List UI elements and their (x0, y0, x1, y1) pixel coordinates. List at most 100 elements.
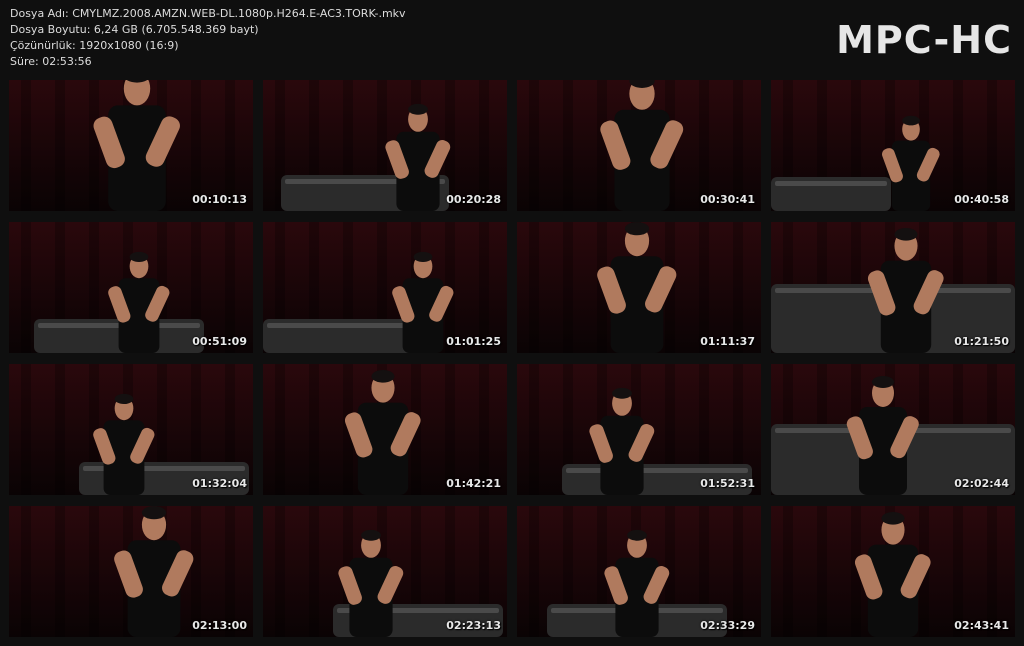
curtain-fold (21, 364, 31, 495)
thumbnail: 02:33:29 (517, 506, 761, 637)
timestamp: 01:01:25 (446, 335, 501, 348)
performer-hair (627, 529, 647, 541)
performer-hair (129, 251, 149, 263)
curtain-fold (55, 80, 65, 211)
file-resolution: Çözünürlük: 1920x1080 (16:9) (10, 39, 179, 52)
curtain-fold (953, 80, 963, 211)
video-frame (9, 506, 253, 637)
thumbnail: 01:01:25 (263, 222, 507, 353)
curtain-fold (225, 506, 235, 637)
video-frame (771, 506, 1015, 637)
video-frame (771, 222, 1015, 353)
curtain-fold (309, 506, 319, 637)
curtain-fold (479, 222, 489, 353)
mpc-hc-logo: MPC-HC (836, 18, 1012, 62)
video-frame (9, 364, 253, 495)
performer-hair (902, 115, 920, 126)
curtain-fold (275, 364, 285, 495)
performer-hair (872, 376, 894, 388)
curtain-fold (309, 364, 319, 495)
video-frame (9, 222, 253, 353)
performer-hair (894, 228, 918, 241)
timestamp: 00:20:28 (446, 193, 501, 206)
video-frame (263, 364, 507, 495)
thumbnail: 00:20:28 (263, 80, 507, 211)
curtain-fold (783, 506, 793, 637)
timestamp: 02:33:29 (700, 619, 755, 632)
timestamp: 01:52:31 (700, 477, 755, 490)
curtain-fold (987, 80, 997, 211)
video-frame (9, 80, 253, 211)
performer-hair (624, 222, 650, 236)
sofa-highlight (775, 181, 887, 186)
curtain-fold (21, 80, 31, 211)
file-size: Dosya Boyutu: 6,24 GB (6.705.548.369 bay… (10, 23, 259, 36)
timestamp: 00:51:09 (192, 335, 247, 348)
curtain-fold (55, 506, 65, 637)
timestamp: 02:02:44 (954, 477, 1009, 490)
timestamp: 02:23:13 (446, 619, 501, 632)
video-frame (517, 364, 761, 495)
curtain-fold (89, 80, 99, 211)
video-frame (771, 364, 1015, 495)
curtain-fold (191, 80, 201, 211)
curtain-fold (479, 364, 489, 495)
thumbnail: 01:32:04 (9, 364, 253, 495)
curtain-fold (529, 222, 539, 353)
curtain-fold (275, 506, 285, 637)
timestamp: 00:10:13 (192, 193, 247, 206)
file-info: Dosya Adı: CMYLMZ.2008.AMZN.WEB-DL.1080p… (10, 6, 406, 70)
timestamp: 02:43:41 (954, 619, 1009, 632)
video-frame (263, 80, 507, 211)
curtain-fold (733, 222, 743, 353)
curtain-fold (733, 506, 743, 637)
curtain-fold (953, 506, 963, 637)
timestamp: 01:32:04 (192, 477, 247, 490)
video-frame (771, 80, 1015, 211)
thumbnail: 01:42:21 (263, 364, 507, 495)
performer-hair (361, 529, 381, 541)
curtain-fold (89, 506, 99, 637)
curtain-fold (699, 222, 709, 353)
curtain-fold (699, 80, 709, 211)
curtain-fold (563, 80, 573, 211)
timestamp: 00:40:58 (954, 193, 1009, 206)
performer-hair (612, 387, 632, 399)
thumbnail: 01:52:31 (517, 364, 761, 495)
curtain-fold (21, 222, 31, 353)
curtain-fold (529, 80, 539, 211)
curtain-fold (191, 506, 201, 637)
curtain-fold (225, 80, 235, 211)
file-name: Dosya Adı: CMYLMZ.2008.AMZN.WEB-DL.1080p… (10, 7, 406, 20)
timestamp: 02:13:00 (192, 619, 247, 632)
curtain-fold (563, 222, 573, 353)
thumbnail: 02:43:41 (771, 506, 1015, 637)
thumbnail: 00:40:58 (771, 80, 1015, 211)
curtain-fold (55, 364, 65, 495)
curtain-fold (225, 222, 235, 353)
thumbnail: 01:11:37 (517, 222, 761, 353)
video-frame (263, 506, 507, 637)
curtain-fold (479, 80, 489, 211)
performer-hair (413, 251, 433, 263)
curtain-fold (817, 506, 827, 637)
curtain-fold (987, 506, 997, 637)
thumbnail: 00:30:41 (517, 80, 761, 211)
video-frame (517, 506, 761, 637)
performer-hair (114, 393, 134, 405)
performer-hair (371, 370, 395, 383)
video-frame (517, 80, 761, 211)
curtain-fold (529, 364, 539, 495)
timestamp: 01:11:37 (700, 335, 755, 348)
curtain-fold (529, 506, 539, 637)
file-duration: Süre: 02:53:56 (10, 55, 92, 68)
performer-hair (408, 103, 428, 115)
curtain-fold (445, 364, 455, 495)
thumbnail: 00:10:13 (9, 80, 253, 211)
thumbnail: 01:21:50 (771, 222, 1015, 353)
performer-hair (881, 512, 905, 525)
curtain-fold (597, 80, 607, 211)
curtain-fold (21, 506, 31, 637)
thumbnail: 02:02:44 (771, 364, 1015, 495)
thumbnail: 02:23:13 (263, 506, 507, 637)
